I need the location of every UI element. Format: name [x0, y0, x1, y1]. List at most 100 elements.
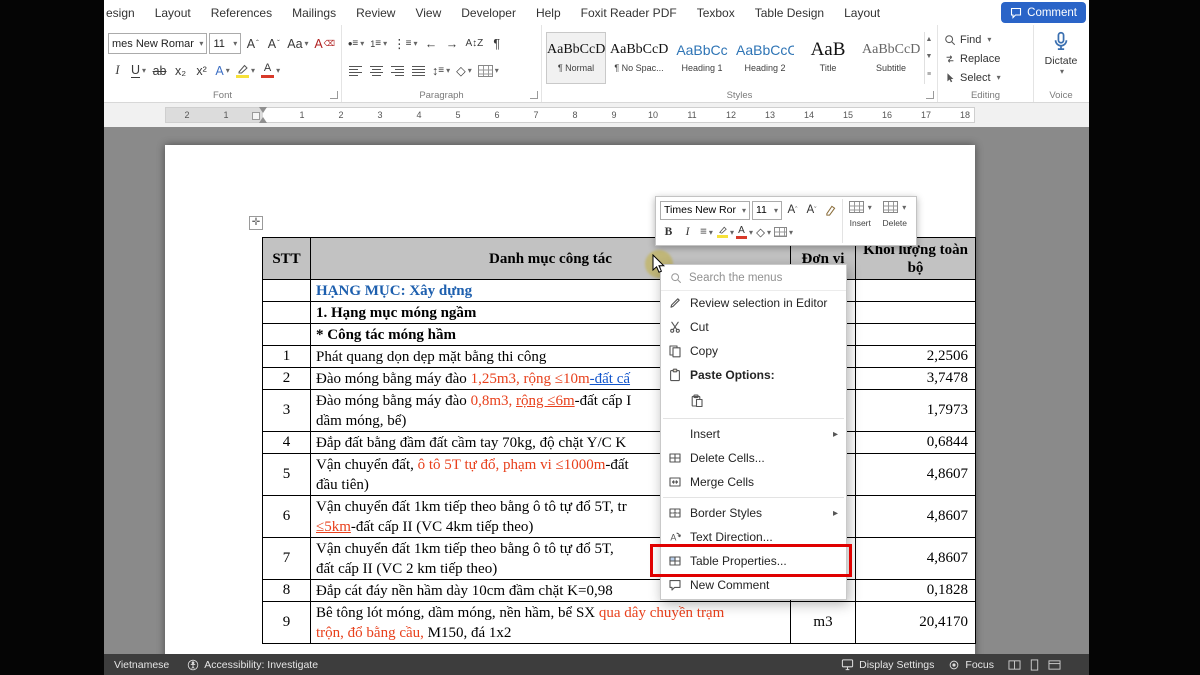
ribbon-tab[interactable]: Layout [844, 6, 880, 20]
mini-borders-button[interactable]: ▾ [774, 223, 793, 242]
ribbon-tab[interactable]: References [211, 6, 272, 20]
scroll-up-icon[interactable]: ▲ [925, 32, 933, 49]
language-indicator[interactable]: Vietnamese [114, 659, 169, 671]
menu-item-copy[interactable]: Copy [661, 339, 846, 363]
change-case-button[interactable]: Aa▾ [285, 33, 310, 55]
ribbon-tab[interactable]: Layout [155, 6, 191, 20]
doc-table[interactable]: STT Danh mục công tác Đơn vị Khối lượng … [262, 237, 976, 644]
style-gallery-item[interactable]: AaBbCcDdSubtitle [861, 32, 921, 84]
shrink-font-button[interactable]: Aˇ [264, 33, 283, 55]
justify-button[interactable] [409, 60, 428, 82]
mini-delete-cells-button[interactable]: ▾ Delete [878, 199, 913, 243]
borders-button[interactable]: ▾ [476, 60, 501, 82]
clear-formatting-button[interactable]: A⌫ [312, 33, 337, 55]
align-left-button[interactable] [346, 60, 365, 82]
table-move-handle[interactable]: ✛ [249, 216, 263, 230]
menu-item-paste-keep-source[interactable] [661, 387, 846, 415]
table-row[interactable]: 3Đào móng bằng máy đào 0,8m3, rộng ≤6m-đ… [263, 390, 976, 432]
dictate-microphone-icon[interactable] [1051, 30, 1071, 54]
table-row[interactable]: 1Phát quang dọn dẹp mặt bằng thi công2,2… [263, 346, 976, 368]
style-gallery-item[interactable]: AaBbCcDd¶ No Spac... [609, 32, 669, 84]
show-marks-button[interactable]: ¶ [487, 33, 506, 55]
superscript-button[interactable]: x² [192, 60, 211, 82]
menu-item-insert[interactable]: Insert▸ [661, 422, 846, 446]
style-gallery-item[interactable]: AaBbCcHeading 1 [672, 32, 732, 84]
menu-item-review-selection[interactable]: Review selection in Editor [661, 291, 846, 315]
table-row[interactable]: HẠNG MỤC: Xây dựng [263, 280, 976, 302]
ribbon-tab[interactable]: esign [106, 6, 135, 20]
text-effects-button[interactable]: A▾ [213, 60, 232, 82]
font-color-button[interactable]: A▾ [259, 60, 282, 82]
comment-button[interactable]: Comment [1001, 2, 1086, 23]
font-name-combo[interactable]: mes New Romar▾ [108, 33, 207, 54]
ribbon-tab[interactable]: Help [536, 6, 561, 20]
style-gallery-item[interactable]: AaBbCcCHeading 2 [735, 32, 795, 84]
style-gallery-item[interactable]: AaBbCcDd¶ Normal [546, 32, 606, 84]
menu-item-delete-cells[interactable]: Delete Cells... [661, 446, 846, 470]
table-row[interactable]: 4Đắp đất bằng đầm đất cầm tay 70kg, độ c… [263, 432, 976, 454]
mini-shrink-font-button[interactable]: Aˇ [803, 201, 820, 220]
mini-font-name-combo[interactable]: Times New Ror▾ [660, 201, 750, 220]
table-row[interactable]: 5Vận chuyển đất, ô tô 5T tự đổ, phạm vi … [263, 454, 976, 496]
mini-bold-button[interactable]: B [660, 223, 677, 242]
ruler[interactable]: 21123456789101112131415161718 [104, 103, 1089, 127]
ribbon-tab[interactable]: Texbox [697, 6, 735, 20]
menu-item-border-styles[interactable]: Border Styles▸ [661, 501, 846, 525]
ribbon-tab[interactable]: Review [356, 6, 395, 20]
menu-item-cut[interactable]: Cut [661, 315, 846, 339]
ribbon-tab[interactable]: Developer [461, 6, 516, 20]
menu-search-box[interactable]: Search the menus [661, 265, 846, 291]
replace-button[interactable]: Replace [942, 49, 1029, 68]
line-spacing-button[interactable]: ↕≡▾ [430, 60, 452, 82]
multilevel-list-button[interactable]: ⋮≡▾ [391, 33, 419, 55]
find-button[interactable]: Find▾ [942, 30, 1029, 49]
mini-grow-font-button[interactable]: Aˆ [784, 201, 801, 220]
styles-gallery-scrollbar[interactable]: ▲▼≡ [924, 32, 933, 84]
table-row[interactable]: 2Đào móng bằng máy đào 1,25m3, rộng ≤10m… [263, 368, 976, 390]
font-size-combo[interactable]: 11▾ [209, 33, 241, 54]
decrease-indent-button[interactable]: ← [421, 33, 440, 55]
focus-button[interactable]: Focus [948, 659, 994, 671]
accessibility-status[interactable]: Accessibility: Investigate [187, 659, 318, 671]
table-row[interactable]: 8Đắp cát đáy nền hầm dày 10cm đầm chặt K… [263, 580, 976, 602]
format-painter-icon[interactable] [822, 201, 839, 220]
dialog-launcher-icon[interactable] [330, 91, 338, 99]
mini-italic-button[interactable]: I [679, 223, 696, 242]
first-line-indent-marker[interactable] [259, 107, 267, 113]
scroll-down-icon[interactable]: ▼ [925, 49, 933, 66]
web-layout-icon[interactable] [1048, 659, 1061, 671]
subscript-button[interactable]: x₂ [171, 60, 190, 82]
numbering-button[interactable]: 1≡▾ [368, 33, 389, 55]
ribbon-tab[interactable]: Foxit Reader PDF [581, 6, 677, 20]
mini-list-button[interactable]: ≡▾ [698, 223, 715, 242]
bullets-button[interactable]: •≡▾ [346, 33, 366, 55]
italic-button[interactable]: I [108, 60, 127, 82]
mini-font-size-combo[interactable]: 11▾ [752, 201, 782, 220]
increase-indent-button[interactable]: → [442, 33, 461, 55]
dialog-launcher-icon[interactable] [926, 91, 934, 99]
read-mode-icon[interactable] [1008, 659, 1021, 671]
grow-font-button[interactable]: Aˆ [243, 33, 262, 55]
mini-shading-button[interactable]: ◇▾ [755, 223, 772, 242]
table-row[interactable]: 1. Hạng mục móng ngầm [263, 302, 976, 324]
menu-item-merge-cells[interactable]: Merge Cells [661, 470, 846, 494]
mini-highlight-button[interactable]: ▾ [717, 223, 734, 242]
dictate-label[interactable]: Dictate [1045, 55, 1078, 67]
gallery-expand-icon[interactable]: ≡ [925, 67, 933, 84]
table-row[interactable]: * Công tác móng hầm [263, 324, 976, 346]
menu-item-paste-options[interactable]: Paste Options: [661, 363, 846, 387]
sort-button[interactable]: A↕Z [463, 33, 485, 55]
shading-button[interactable]: ◇▾ [454, 60, 474, 82]
table-row[interactable]: 6Vận chuyển đất 1km tiếp theo bằng ô tô … [263, 496, 976, 538]
ribbon-tab[interactable]: Table Design [755, 6, 824, 20]
ribbon-tab[interactable]: View [415, 6, 441, 20]
left-indent-marker[interactable] [259, 117, 267, 123]
style-gallery-item[interactable]: AaBTitle [798, 32, 858, 84]
align-right-button[interactable] [388, 60, 407, 82]
print-layout-icon[interactable] [1028, 659, 1041, 671]
highlight-button[interactable]: ▾ [234, 60, 257, 82]
table-row[interactable]: 7Vận chuyển đất 1km tiếp theo bằng ô tô … [263, 538, 976, 580]
align-center-button[interactable] [367, 60, 386, 82]
mini-insert-cells-button[interactable]: ▾ Insert [843, 199, 878, 243]
select-button[interactable]: Select▾ [942, 68, 1029, 87]
